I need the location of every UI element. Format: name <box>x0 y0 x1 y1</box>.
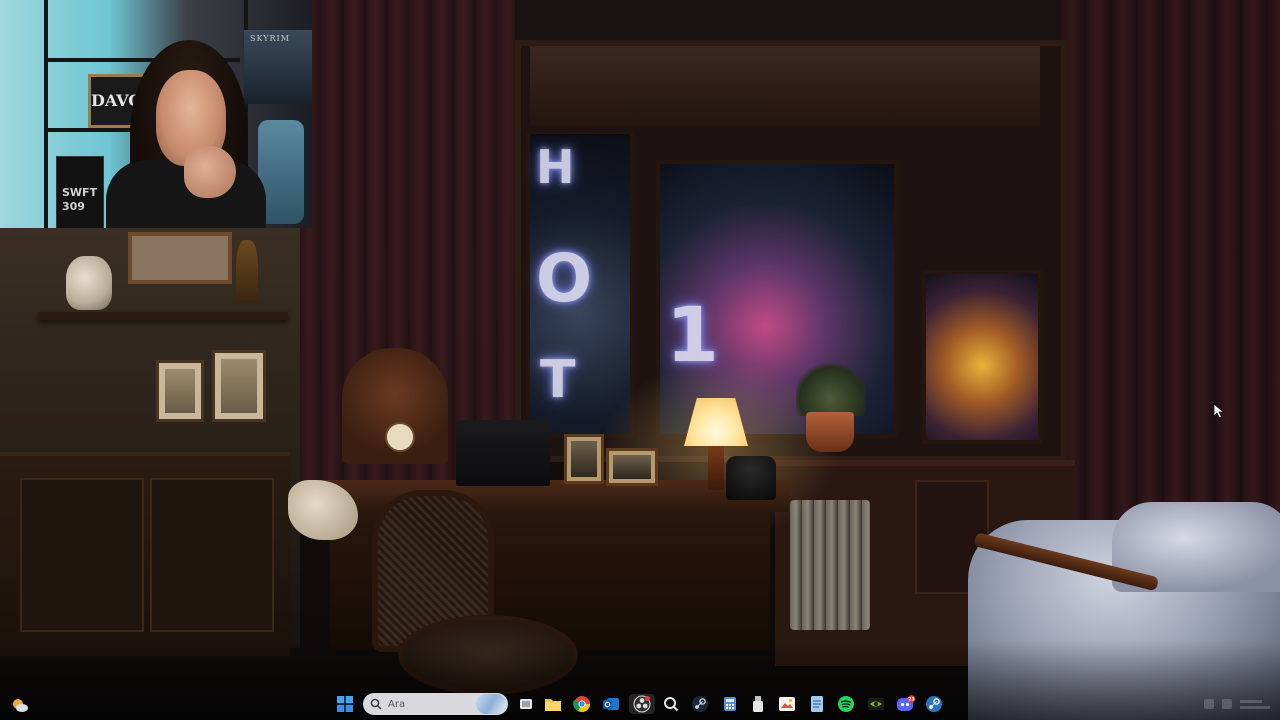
steam-alt-icon <box>926 696 942 712</box>
mouse-cursor-icon <box>1213 403 1225 419</box>
wallpaper-window-pane <box>922 270 1042 444</box>
discord-button[interactable]: 23 <box>896 694 916 714</box>
chrome-button[interactable] <box>572 694 592 714</box>
tray-volume-icon[interactable] <box>1222 699 1232 709</box>
wallpaper-window-blind <box>530 46 1040 126</box>
webcam-box-text-line: SWFT <box>62 186 98 199</box>
usb-drive-button[interactable] <box>748 694 768 714</box>
spotify-button[interactable] <box>836 694 856 714</box>
wallpaper-curtain-right <box>1060 0 1280 560</box>
wallpaper-shelf <box>38 312 288 320</box>
wallpaper-lamp-base <box>708 446 724 490</box>
tray-clock[interactable] <box>1240 699 1270 709</box>
discord-notification-badge: 23 <box>908 697 914 703</box>
calculator-icon <box>724 697 736 711</box>
obs-button[interactable] <box>629 694 655 714</box>
wallpaper-photo-right <box>212 350 266 422</box>
usb-drive-icon <box>753 696 763 712</box>
nvidia-button[interactable] <box>866 694 886 714</box>
discord-icon: 23 <box>897 695 916 711</box>
wallpaper-typewriter <box>456 420 550 486</box>
wallpaper-cabinet-door <box>20 478 144 632</box>
calculator-button[interactable] <box>720 694 740 714</box>
webcam-box-text-line: 309 <box>62 200 85 213</box>
wallpaper-desk-photo <box>564 434 604 484</box>
obs-icon <box>633 695 651 713</box>
wallpaper-teapot <box>66 256 112 310</box>
wallpaper-neon-letter: O <box>536 240 593 317</box>
tray-clock-time <box>1240 699 1262 703</box>
search-icon <box>370 698 382 710</box>
nvidia-icon <box>868 698 884 710</box>
wallpaper-desk-photo <box>606 448 658 486</box>
wallpaper-picture-frame <box>128 232 232 284</box>
steam-icon <box>692 696 708 712</box>
task-view-button[interactable] <box>516 694 536 714</box>
search-app-icon <box>664 697 679 712</box>
wallpaper-trophy <box>236 240 258 302</box>
webcam-person-hand <box>184 146 236 198</box>
windows-start-icon <box>337 696 353 712</box>
start-button[interactable] <box>335 694 355 714</box>
tray-clock-date <box>1240 705 1270 709</box>
webcam-box-text: SWFT 309 <box>62 186 97 214</box>
taskbar: 23 <box>0 688 1280 720</box>
wallpaper-plant-pot <box>806 412 854 452</box>
tray-network-icon[interactable] <box>1204 699 1214 709</box>
wallpaper-neon-letter: T <box>540 350 576 410</box>
steam-button[interactable] <box>690 694 710 714</box>
task-view-icon <box>520 699 532 709</box>
webcam-overlay: DAVOL SKYRIM SWFT 309 <box>0 0 312 228</box>
wallpaper-photo-left <box>156 360 204 422</box>
wallpaper-plant <box>796 360 866 416</box>
taskbar-search-box[interactable] <box>363 693 508 715</box>
chrome-icon <box>573 696 591 713</box>
search-highlight-art <box>476 694 506 714</box>
wallpaper-neon-letter: H <box>536 140 575 194</box>
wallpaper-cabinet-door <box>150 478 274 632</box>
webcam-poster-text: SKYRIM <box>250 34 290 43</box>
photo-editor-icon <box>779 697 795 711</box>
file-explorer-icon <box>545 699 561 711</box>
search-app-button[interactable] <box>661 694 681 714</box>
spotify-icon <box>838 696 854 712</box>
outlook-icon <box>603 698 619 710</box>
search-input[interactable] <box>388 698 468 710</box>
notepad-button[interactable] <box>807 694 827 714</box>
weather-widget-icon[interactable] <box>11 696 29 714</box>
wallpaper-telephone <box>726 456 776 500</box>
desktop: H O T 1 DAVOL SKYRIM SWFT 309 Ara 23 <box>0 0 1280 720</box>
steam-alt-button[interactable] <box>924 694 944 714</box>
outlook-button[interactable] <box>601 694 621 714</box>
system-tray <box>1204 692 1270 716</box>
photo-editor-button[interactable] <box>777 694 797 714</box>
wallpaper-radio-clock <box>385 422 415 452</box>
notepad-icon <box>811 696 823 712</box>
file-explorer-button[interactable] <box>543 694 563 714</box>
